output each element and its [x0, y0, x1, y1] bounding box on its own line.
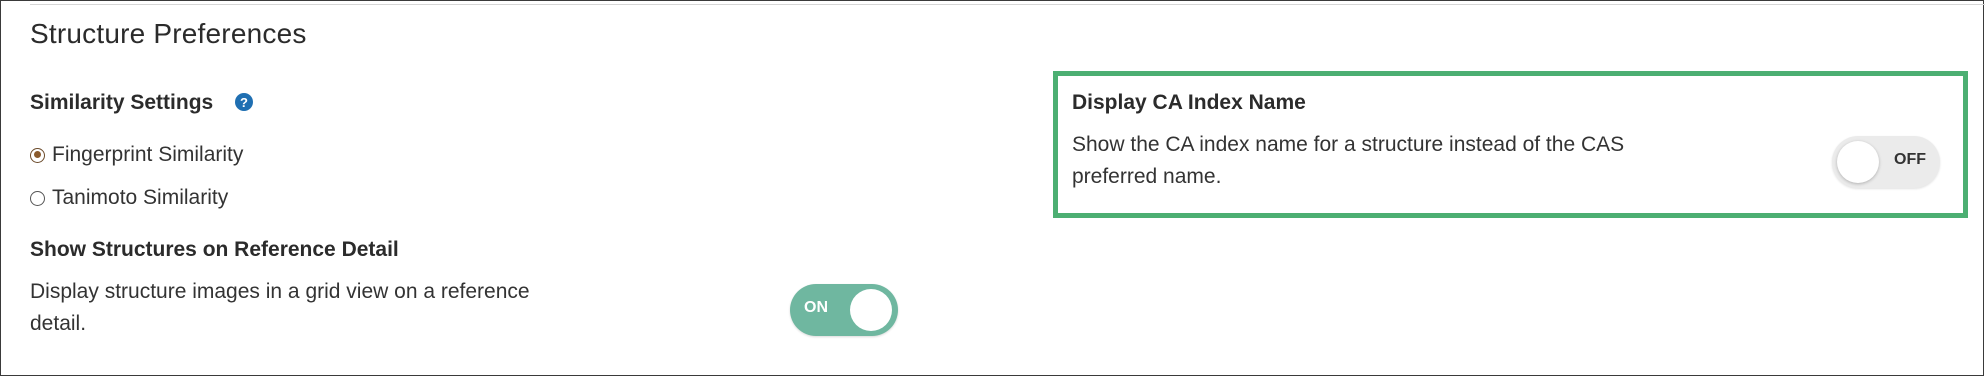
show-structures-description-line1: Display structure images in a grid view …: [30, 280, 530, 303]
ca-index-name-description: Show the CA index name for a structure i…: [1072, 129, 1624, 193]
toggle-knob: [850, 289, 892, 331]
ca-index-name-toggle[interactable]: OFF: [1832, 136, 1940, 188]
ca-index-name-heading: Display CA Index Name: [1072, 91, 1306, 114]
radio-button-checked[interactable]: [30, 147, 45, 163]
tanimoto-similarity-option[interactable]: Tanimoto Similarity: [30, 186, 228, 210]
tanimoto-similarity-label: Tanimoto Similarity: [52, 186, 229, 209]
show-structures-description-line2: detail.: [30, 312, 87, 335]
toggle-off-label: OFF: [1894, 151, 1926, 168]
divider: [30, 4, 1985, 5]
similarity-settings-heading: Similarity Settings: [30, 91, 214, 114]
show-structures-toggle[interactable]: ON: [790, 284, 898, 336]
radio-button-unchecked[interactable]: [30, 190, 45, 206]
ca-index-name-description-line2: preferred name.: [1072, 165, 1222, 188]
fingerprint-similarity-label: Fingerprint Similarity: [52, 143, 244, 166]
toggle-on-label: ON: [804, 299, 828, 316]
toggle-knob: [1837, 141, 1879, 183]
fingerprint-similarity-option[interactable]: Fingerprint Similarity: [30, 143, 243, 167]
show-structures-heading: Show Structures on Reference Detail: [30, 238, 399, 261]
show-structures-description: Display structure images in a grid view …: [30, 276, 530, 340]
section-title: Structure Preferences: [30, 18, 307, 49]
ca-index-name-description-line1: Show the CA index name for a structure i…: [1072, 133, 1625, 156]
question-mark-icon[interactable]: ?: [235, 93, 253, 111]
